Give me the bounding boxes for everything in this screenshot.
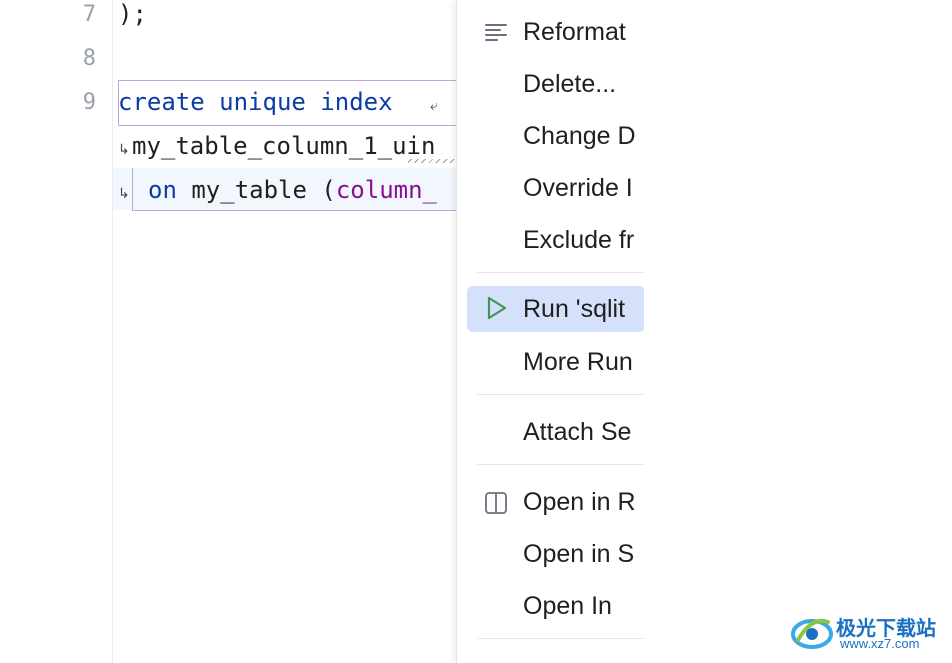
soft-wrap-continuation-icon: ↳ [118, 142, 130, 158]
menu-item-override[interactable]: Override I [467, 170, 645, 206]
menu-item-reformat[interactable]: Reformat [467, 14, 645, 50]
menu-separator [477, 638, 645, 639]
table-reference: my_table ( [176, 176, 336, 204]
column-reference: column_ [335, 176, 438, 204]
menu-item-label: Override I [523, 174, 633, 202]
menu-item-change-dialect[interactable]: Change D [467, 118, 645, 154]
menu-item-label: Reformat [523, 18, 626, 46]
menu-item-label: Open In [523, 592, 612, 620]
code-line-index-name[interactable]: my_table_column_1_uin [132, 132, 435, 160]
line-number-7: 7 [82, 2, 96, 27]
run-icon [483, 295, 509, 321]
menu-item-open-in[interactable]: Open In [467, 588, 645, 624]
menu-item-label: Open in R [523, 488, 636, 516]
blank-area [644, 0, 952, 663]
watermark-logo-icon [791, 618, 833, 649]
menu-item-open-in-right[interactable]: Open in R [467, 484, 645, 520]
menu-item-label: Delete... [523, 70, 617, 98]
warning-squiggle [408, 159, 456, 163]
code-line-9[interactable]: create unique index [118, 88, 393, 116]
watermark-url: www.xz7.com [840, 636, 920, 651]
menu-item-label: Open in S [523, 540, 635, 568]
menu-item-label: Exclude fr [523, 226, 635, 254]
menu-item-label: Run 'sqlit [523, 295, 626, 323]
line-number-gutter: 7 8 9 [0, 0, 113, 663]
code-line-on-table[interactable]: on my_table (column_ [148, 176, 437, 204]
menu-separator [477, 272, 645, 273]
code-line-7[interactable]: ); [118, 0, 147, 28]
menu-item-label: More Run [523, 348, 633, 376]
menu-item-more-run[interactable]: More Run [467, 344, 645, 380]
keyword-on: on [148, 176, 177, 204]
watermark: 极光下载站 www.xz7.com [788, 606, 948, 656]
soft-wrap-icon: ⤶ [430, 98, 438, 114]
menu-item-open-in-split[interactable]: Open in S [467, 536, 645, 572]
menu-item-exclude[interactable]: Exclude fr [467, 222, 645, 258]
context-menu: Reformat Delete... Change D Override I E… [456, 0, 657, 663]
menu-separator [477, 464, 645, 465]
menu-item-run[interactable]: Run 'sqlit [467, 286, 645, 332]
menu-item-label: Attach Se [523, 418, 632, 446]
menu-item-attach-session[interactable]: Attach Se [467, 414, 645, 450]
reformat-icon [483, 20, 509, 46]
keyword-create-unique-index: create unique index [118, 88, 393, 116]
line-number-9: 9 [82, 90, 96, 115]
menu-item-label: Change D [523, 122, 636, 150]
menu-separator [477, 394, 645, 395]
split-panel-icon [483, 490, 509, 516]
menu-item-delete[interactable]: Delete... [467, 66, 645, 102]
soft-wrap-continuation-icon-2: ↳ [118, 186, 130, 202]
line-number-8: 8 [82, 46, 96, 71]
